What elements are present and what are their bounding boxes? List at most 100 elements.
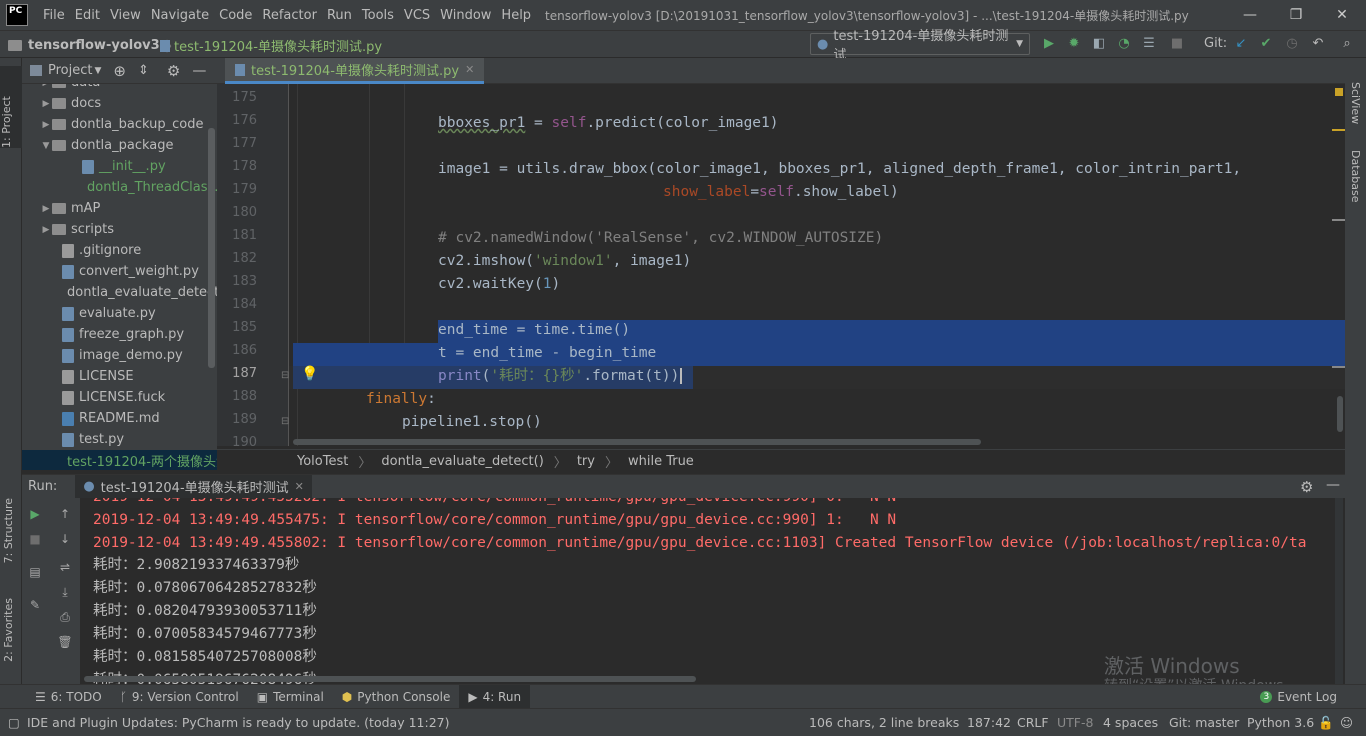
gear-icon[interactable]: ⚙ — [167, 62, 180, 80]
indent-setting[interactable]: 4 spaces — [1103, 715, 1158, 730]
menu-refactor[interactable]: Refactor — [257, 8, 322, 23]
menu-help[interactable]: Help — [496, 8, 536, 23]
minimize-icon[interactable]: — — [1240, 5, 1260, 25]
hide-icon[interactable]: — — [1326, 477, 1340, 493]
tab-version-control[interactable]: ᚴ 9: Version Control — [111, 685, 248, 709]
line-separator[interactable]: CRLF — [1017, 715, 1049, 730]
sciview-tool-tab[interactable]: SciView — [1349, 82, 1362, 124]
menu-window[interactable]: Window — [435, 8, 496, 23]
console-horizontal-scrollbar[interactable] — [84, 676, 696, 682]
history-icon[interactable]: ◷ — [1283, 35, 1301, 53]
tree-file-license[interactable]: LICENSE — [22, 366, 217, 387]
stop-icon[interactable]: ■ — [1168, 35, 1186, 53]
horizontal-scrollbar[interactable] — [293, 439, 981, 445]
tab-terminal[interactable]: ▣ Terminal — [248, 685, 333, 709]
menu-run[interactable]: Run — [322, 8, 357, 23]
menu-navigate[interactable]: Navigate — [146, 8, 214, 23]
database-tool-tab[interactable]: Database — [1349, 150, 1362, 203]
down-stack-icon[interactable]: ↓ — [56, 530, 74, 548]
tree-folder-scripts[interactable]: ▶ scripts — [22, 219, 217, 240]
coverage-icon[interactable]: ◧ — [1090, 35, 1108, 53]
caret-position[interactable]: 187:42 — [967, 715, 1011, 730]
menu-code[interactable]: Code — [214, 8, 257, 23]
menu-tools[interactable]: Tools — [357, 8, 399, 23]
tab-todo[interactable]: ☰ 6: TODO — [26, 685, 111, 709]
git-branch[interactable]: Git: master — [1169, 715, 1239, 730]
project-tool-tab[interactable]: 1: Project — [0, 66, 22, 148]
locate-icon[interactable]: ⊕ — [113, 62, 126, 80]
expand-arrow-icon[interactable]: ▶ — [40, 204, 52, 214]
chevron-down-icon[interactable]: ▼ — [94, 66, 101, 76]
breadcrumb-class[interactable]: YoloTest — [297, 454, 348, 469]
tree-file-dontla-evaluate-detect[interactable]: dontla_evaluate_detect.py — [22, 282, 217, 303]
collapse-arrow-icon[interactable]: ▼ — [40, 141, 52, 151]
structure-tool-tab[interactable]: 7: Structure — [2, 498, 15, 563]
inspector-icon[interactable]: ☺ — [1340, 715, 1353, 730]
expand-arrow-icon[interactable]: ▶ — [40, 120, 52, 130]
tree-folder-dontla-package[interactable]: ▼ dontla_package — [22, 135, 217, 156]
vertical-scrollbar[interactable] — [1337, 396, 1343, 432]
tree-file-readme[interactable]: README.md — [22, 408, 217, 429]
tree-file-convert-weight[interactable]: convert_weight.py — [22, 261, 217, 282]
pin-icon[interactable]: ✎ — [26, 596, 44, 614]
tree-folder-map[interactable]: ▶ mAP — [22, 198, 217, 219]
hide-icon[interactable]: — — [192, 63, 206, 79]
menu-file[interactable]: File — [38, 8, 70, 23]
scroll-to-end-icon[interactable]: ⤓ — [56, 583, 74, 601]
python-interpreter[interactable]: Python 3.6 — [1247, 715, 1314, 730]
menu-view[interactable]: View — [105, 8, 146, 23]
collapse-icon[interactable]: ⇕ — [138, 63, 149, 78]
tab-event-log[interactable]: 3 Event Log — [1251, 685, 1346, 709]
profile-icon[interactable]: ◔ — [1115, 35, 1133, 53]
menu-edit[interactable]: Edit — [70, 8, 105, 23]
layout-icon[interactable]: ▤ — [26, 563, 44, 581]
up-stack-icon[interactable]: ↑ — [56, 505, 74, 523]
tree-file-image-demo[interactable]: image_demo.py — [22, 345, 217, 366]
gear-icon[interactable]: ⚙ — [1300, 478, 1313, 496]
tree-file-freeze-graph[interactable]: freeze_graph.py — [22, 324, 217, 345]
expand-arrow-icon[interactable]: ▶ — [40, 99, 52, 109]
run-tab[interactable]: ● test-191204-单摄像头耗时测试 ✕ — [75, 474, 312, 499]
project-scrollbar[interactable] — [208, 128, 215, 368]
error-stripe-mark[interactable] — [1332, 129, 1345, 131]
layout-toggle-icon[interactable]: ▢ — [8, 715, 20, 730]
favorites-tool-tab[interactable]: 2: Favorites — [2, 598, 15, 662]
run-configuration-select[interactable]: ● test-191204-单摄像头耗时测试 ▼ — [810, 29, 1030, 63]
tab-run[interactable]: ▶ 4: Run — [459, 684, 531, 709]
stop-icon[interactable]: ■ — [26, 530, 44, 548]
concurrency-icon[interactable]: ☰ — [1140, 35, 1158, 53]
tree-folder-docs[interactable]: ▶ docs — [22, 93, 217, 114]
error-stripe-mark[interactable] — [1332, 219, 1345, 221]
rollback-icon[interactable]: ↶ — [1309, 35, 1327, 53]
tree-file-dontla-threadclass[interactable]: dontla_ThreadClass.py — [22, 177, 217, 198]
file-encoding[interactable]: UTF-8 — [1057, 715, 1093, 730]
git-commit-icon[interactable]: ✔ — [1257, 35, 1275, 53]
editor-tab-active[interactable]: test-191204-单摄像头耗时测试.py ✕ — [225, 58, 485, 84]
inspection-warning-icon[interactable] — [1335, 88, 1343, 96]
error-stripe-mark[interactable] — [1332, 366, 1345, 368]
code-editor[interactable]: bboxes_pr1 = self.predict(color_image1) … — [289, 84, 1345, 446]
tree-file-init[interactable]: __init__.py — [22, 156, 217, 177]
clear-icon[interactable]: 🗑 — [56, 633, 74, 651]
tab-python-console[interactable]: ⬢ Python Console — [333, 685, 460, 709]
project-view-select[interactable]: Project — [48, 63, 92, 78]
breadcrumb-project[interactable]: tensorflow-yolov3 〉 — [8, 36, 179, 55]
menu-vcs[interactable]: VCS — [399, 8, 435, 23]
soft-wrap-icon[interactable]: ⇌ — [56, 558, 74, 576]
breadcrumb-while[interactable]: while True — [628, 454, 694, 469]
rerun-icon[interactable]: ▶ — [26, 505, 44, 523]
tree-file-evaluate[interactable]: evaluate.py — [22, 303, 217, 324]
console-vertical-scrollbar[interactable] — [1335, 498, 1343, 684]
print-icon[interactable]: ⎙ — [56, 608, 74, 626]
tree-file-license-fuck[interactable]: LICENSE.fuck — [22, 387, 217, 408]
tree-folder-dontla-backup-code[interactable]: ▶ dontla_backup_code — [22, 114, 217, 135]
close-icon[interactable]: ✕ — [1332, 5, 1352, 25]
status-message[interactable]: IDE and Plugin Updates: PyCharm is ready… — [27, 715, 449, 730]
tree-file-test[interactable]: test.py — [22, 429, 217, 450]
close-tab-icon[interactable]: ✕ — [295, 480, 304, 493]
breadcrumb-file[interactable]: test-191204-单摄像头耗时测试.py — [160, 36, 382, 55]
tree-folder-data[interactable]: ▶ data — [22, 84, 217, 93]
tree-file-gitignore[interactable]: .gitignore — [22, 240, 217, 261]
close-tab-icon[interactable]: ✕ — [465, 63, 474, 76]
debug-icon[interactable]: ✹ — [1065, 35, 1083, 53]
